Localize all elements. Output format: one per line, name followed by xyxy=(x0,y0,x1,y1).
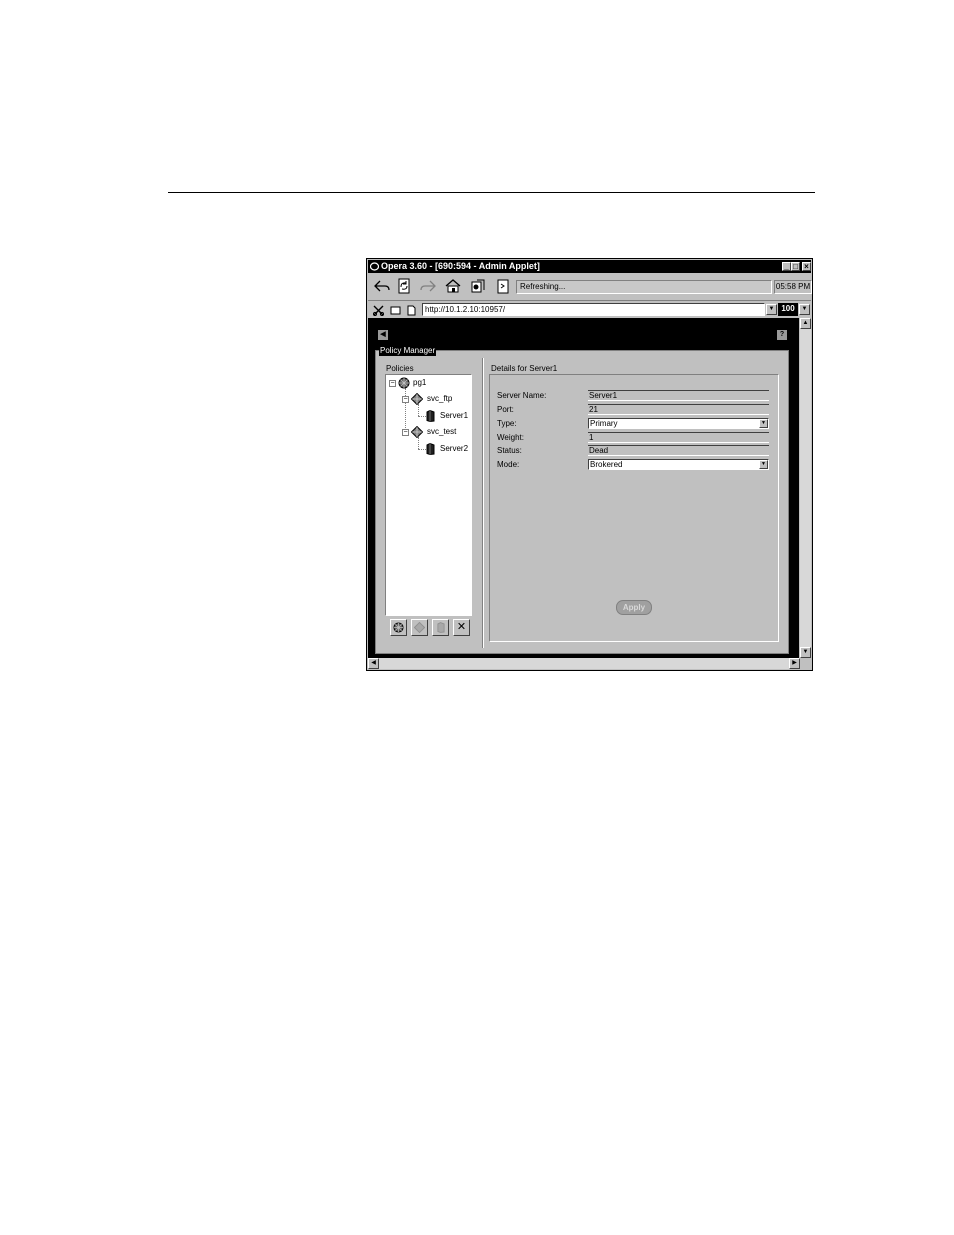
weight-label: Weight: xyxy=(497,433,524,442)
back-arrow-icon[interactable] xyxy=(374,278,390,294)
server-icon xyxy=(426,443,435,455)
policies-label: Policies xyxy=(386,364,414,373)
service-icon xyxy=(411,426,423,438)
applet-back-button[interactable]: ◀ xyxy=(378,330,388,340)
type-label: Type: xyxy=(497,419,517,428)
service-icon xyxy=(414,622,425,633)
mode-select-value: Brokered xyxy=(590,460,623,469)
opera-logo-icon xyxy=(370,262,379,271)
port-field[interactable]: 21 xyxy=(588,404,769,415)
type-select-value: Primary xyxy=(590,419,618,428)
stop-scissors-icon[interactable] xyxy=(373,305,384,316)
tree-item-svc-test[interactable]: svc_test xyxy=(427,427,456,437)
add-policy-group-button[interactable] xyxy=(390,619,407,636)
url-history-dropdown[interactable]: ▼ xyxy=(766,304,777,315)
address-bar: http://10.1.2.10:10957/ ▼ 100 ▼ xyxy=(368,300,811,318)
progress-status: Refreshing... xyxy=(516,280,772,294)
tree-item-server1[interactable]: Server1 xyxy=(440,411,468,421)
collapse-toggle[interactable]: − xyxy=(389,380,396,387)
policy-group-icon xyxy=(398,377,410,389)
forward-arrow-icon[interactable] xyxy=(420,278,436,294)
details-title: Details for Server1 xyxy=(491,364,558,373)
home-icon[interactable] xyxy=(445,278,461,294)
close-button[interactable]: × xyxy=(802,262,811,271)
minimize-button[interactable]: _ xyxy=(782,262,791,271)
horizontal-scrollbar[interactable]: ◀ ▶ xyxy=(368,658,800,669)
url-input[interactable]: http://10.1.2.10:10957/ xyxy=(422,303,765,316)
tree-connector xyxy=(418,437,419,449)
tree-item-server2[interactable]: Server2 xyxy=(440,444,468,454)
browser-window: Opera 3.60 - [690:594 - Admin Applet] _ … xyxy=(366,258,813,671)
delete-button[interactable]: ✕ xyxy=(453,619,470,636)
policy-group-icon xyxy=(393,622,404,633)
server-icon xyxy=(437,622,445,633)
tree-connector xyxy=(418,449,426,450)
status-field: Dead xyxy=(588,445,769,456)
server-name-field[interactable]: Server1 xyxy=(588,390,769,401)
tree-item-pg1[interactable]: pg1 xyxy=(413,378,426,388)
page-icon[interactable] xyxy=(406,305,417,316)
zoom-dropdown[interactable]: ▼ xyxy=(799,304,810,315)
policy-manager-title: Policy Manager xyxy=(379,346,437,356)
mode-select[interactable]: Brokered ▼ xyxy=(588,459,769,470)
collapse-toggle[interactable]: − xyxy=(402,429,409,436)
hotlist-icon[interactable] xyxy=(470,278,486,294)
zoom-field[interactable]: 100 xyxy=(778,303,798,316)
reload-icon[interactable] xyxy=(396,278,412,294)
server-icon xyxy=(426,410,435,422)
type-dropdown-button[interactable]: ▼ xyxy=(759,419,768,428)
tree-connector xyxy=(405,388,406,432)
add-server-button[interactable] xyxy=(432,619,449,636)
collapse-toggle[interactable]: − xyxy=(402,396,409,403)
title-bar[interactable]: Opera 3.60 - [690:594 - Admin Applet] _ … xyxy=(368,260,811,273)
status-label: Status: xyxy=(497,446,522,455)
panel-divider-highlight xyxy=(483,358,484,648)
vertical-scrollbar[interactable]: ▲ ▼ xyxy=(800,318,811,658)
apply-button[interactable]: Apply xyxy=(616,600,652,615)
weight-field[interactable]: 1 xyxy=(588,432,769,443)
page-info-icon[interactable] xyxy=(495,278,511,294)
details-panel: Server Name: Server1 Port: 21 Type: Prim… xyxy=(489,374,779,642)
clock: 05:58 PM xyxy=(774,280,812,294)
service-icon xyxy=(411,393,423,405)
tree-connector xyxy=(418,416,426,417)
maximize-button[interactable]: □ xyxy=(791,262,800,271)
policy-tree: − pg1 − svc_ftp Server1 − svc_test Serve… xyxy=(385,374,472,616)
navigation-toolbar: Refreshing... 05:58 PM xyxy=(368,274,812,299)
mode-label: Mode: xyxy=(497,460,520,469)
type-select[interactable]: Primary ▼ xyxy=(588,418,769,429)
window-title: Opera 3.60 - [690:594 - Admin Applet] xyxy=(381,261,540,271)
policy-manager-panel: Policy Manager Policies − pg1 − svc_ftp … xyxy=(375,346,789,654)
applet-area: ◀ ? Policy Manager Policies − pg1 − svc_… xyxy=(368,318,799,658)
scroll-left-button[interactable]: ◀ xyxy=(368,658,379,669)
help-button[interactable]: ? xyxy=(777,330,787,340)
mode-dropdown-button[interactable]: ▼ xyxy=(759,460,768,469)
page-top-rule xyxy=(168,192,815,193)
tree-item-svc-ftp[interactable]: svc_ftp xyxy=(427,394,452,404)
scroll-up-button[interactable]: ▲ xyxy=(800,318,811,329)
port-label: Port: xyxy=(497,405,514,414)
tree-connector xyxy=(418,404,419,416)
window-icon[interactable] xyxy=(390,305,401,316)
scroll-down-button[interactable]: ▼ xyxy=(800,647,811,658)
scroll-right-button[interactable]: ▶ xyxy=(789,658,800,669)
server-name-label: Server Name: xyxy=(497,391,547,400)
add-service-button[interactable] xyxy=(411,619,428,636)
